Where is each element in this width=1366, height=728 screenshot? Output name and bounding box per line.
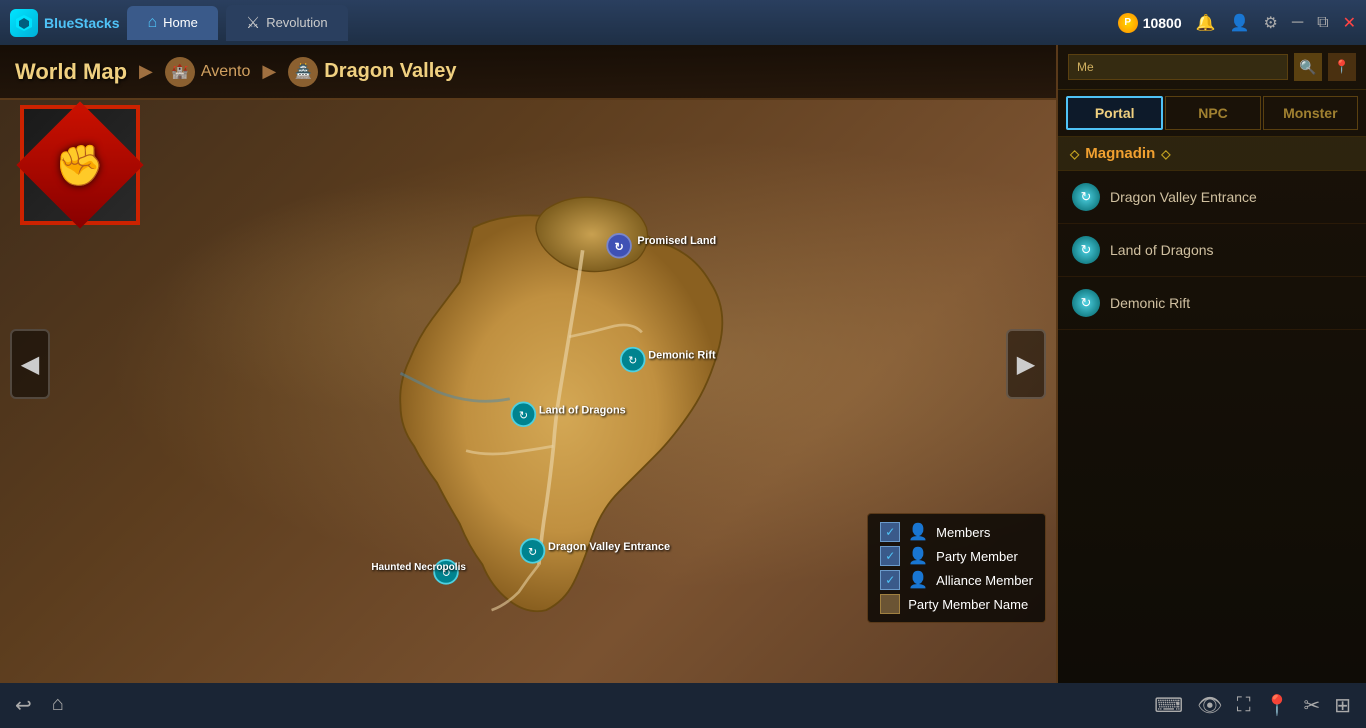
bluestacks-icon [10,9,38,37]
breadcrumb-arrow-1: ▶ [139,61,153,82]
location-name-dr: Demonic Rift [1110,295,1190,311]
diamond-right-icon: ◇ [1161,147,1170,161]
scissors-icon[interactable]: ✂ [1303,693,1320,718]
restore-icon[interactable]: ⧉ [1317,14,1328,32]
tab-game-label: Revolution [266,15,327,30]
bluestacks-logo: BlueStacks [10,9,119,37]
breadcrumb-dragon-valley: 🏯 Dragon Valley [288,57,456,87]
bottom-right: ⌨ 👁 ⛶ 📍 ✂ ⊞ [1154,693,1351,718]
alliance-checkbox[interactable]: ✓ [880,570,900,590]
portal-icon-dvEntrance: ↻ [1072,183,1100,211]
svg-text:↻: ↻ [615,241,624,253]
location-item-dr[interactable]: ↻ Demonic Rift [1058,277,1366,330]
legend-alliance-member[interactable]: ✓ 👤 Alliance Member [880,570,1033,590]
tab-monster[interactable]: Monster [1263,96,1358,130]
party-name-box [880,594,900,614]
location-list: ↻ Dragon Valley Entrance ↻ Land of Drago… [1058,171,1366,330]
top-bar: BlueStacks ⌂ Home ⚔ Revolution P 10800 🔔… [0,0,1366,45]
svg-text:Dragon Valley Entrance: Dragon Valley Entrance [548,541,670,553]
minimize-icon[interactable]: ─ [1292,14,1303,32]
svg-text:↻: ↻ [528,546,537,558]
marker-button[interactable]: 📍 [1328,53,1356,81]
alliance-label: Alliance Member [936,573,1033,588]
tab-home[interactable]: ⌂ Home [127,6,217,40]
party-label: Party Member [936,549,1018,564]
svg-text:Promised Land: Promised Land [637,235,716,247]
members-icon: 👤 [908,522,928,542]
game-icon: ⚔ [246,13,260,33]
location-icon[interactable]: 📍 [1265,693,1290,718]
legend-party-name: Party Member Name [880,594,1033,614]
tab-game[interactable]: ⚔ Revolution [226,5,348,41]
coin-amount: 10800 [1143,15,1182,31]
keyboard-icon[interactable]: ⌨ [1154,693,1183,718]
location-name-dvEntrance: Dragon Valley Entrance [1110,189,1257,205]
tab-home-label: Home [163,15,198,30]
breadcrumb-arrow-2: ▶ [262,61,276,82]
legend-members[interactable]: ✓ 👤 Members [880,522,1033,542]
avento-label: Avento [201,63,251,81]
expand-icon[interactable]: ⛶ [1237,694,1251,717]
portal-section-header: ◇ Magnadin ◇ [1058,137,1366,171]
members-checkbox[interactable]: ✓ [880,522,900,542]
party-name-label: Party Member Name [908,597,1028,612]
party-icon: 👤 [908,546,928,566]
settings-icon[interactable]: ⚙ [1263,13,1277,33]
tab-npc[interactable]: NPC [1165,96,1260,130]
search-input[interactable] [1068,54,1288,80]
svg-text:↻: ↻ [628,355,637,367]
back-nav-icon[interactable]: ↩ [15,693,32,718]
portal-icon-lod: ↻ [1072,236,1100,264]
alliance-icon: 👤 [908,570,928,590]
bluestacks-name: BlueStacks [44,15,119,31]
grid-icon[interactable]: ⊞ [1334,693,1351,718]
coin-icon: P [1118,13,1138,33]
location-item-lod[interactable]: ↻ Land of Dragons [1058,224,1366,277]
bottom-left: ↩ ⌂ [15,693,64,718]
legend-panel: ✓ 👤 Members ✓ 👤 Party Member ✓ 👤 Allianc… [867,513,1046,623]
bottom-bar: ↩ ⌂ ⌨ 👁 ⛶ 📍 ✂ ⊞ [0,683,1366,728]
avento-icon: 🏰 [165,57,195,87]
main-content: World Map ▶ 🏰 Avento ▶ 🏯 Dragon Valley 📜… [0,45,1366,683]
notification-icon[interactable]: 🔔 [1196,13,1216,33]
home-icon: ⌂ [147,14,157,32]
breadcrumb-avento[interactable]: 🏰 Avento [165,57,251,87]
dragon-valley-icon: 🏯 [288,57,318,87]
top-right-controls: P 10800 🔔 👤 ⚙ ─ ⧉ ✕ [1118,13,1356,33]
party-checkbox[interactable]: ✓ [880,546,900,566]
eye-icon[interactable]: 👁 [1197,693,1222,718]
location-item-dvEntrance[interactable]: ↻ Dragon Valley Entrance [1058,171,1366,224]
world-map-title: World Map [15,59,127,85]
close-icon[interactable]: ✕ [1343,13,1356,33]
svg-text:Haunted Necropolis: Haunted Necropolis [371,562,466,573]
right-panel: 🔍 📍 Portal NPC Monster ◇ Magnadin ◇ ↻ Dr… [1056,45,1366,683]
members-label: Members [936,525,990,540]
home-nav-icon[interactable]: ⌂ [52,693,64,718]
tab-row: Portal NPC Monster [1058,90,1366,137]
portal-icon-dr: ↻ [1072,289,1100,317]
svg-text:↻: ↻ [519,410,528,422]
dragon-valley-label: Dragon Valley [324,60,456,83]
diamond-left-icon: ◇ [1070,147,1079,161]
search-button[interactable]: 🔍 [1294,53,1322,81]
svg-text:Land of Dragons: Land of Dragons [539,404,626,416]
section-name: Magnadin [1085,145,1155,162]
coins-display: P 10800 [1118,13,1182,33]
svg-text:Demonic Rift: Demonic Rift [648,350,716,362]
location-name-lod: Land of Dragons [1110,242,1214,258]
user-icon[interactable]: 👤 [1230,13,1250,33]
tab-portal[interactable]: Portal [1066,96,1163,130]
search-row: 🔍 📍 [1058,45,1366,90]
legend-party-member[interactable]: ✓ 👤 Party Member [880,546,1033,566]
